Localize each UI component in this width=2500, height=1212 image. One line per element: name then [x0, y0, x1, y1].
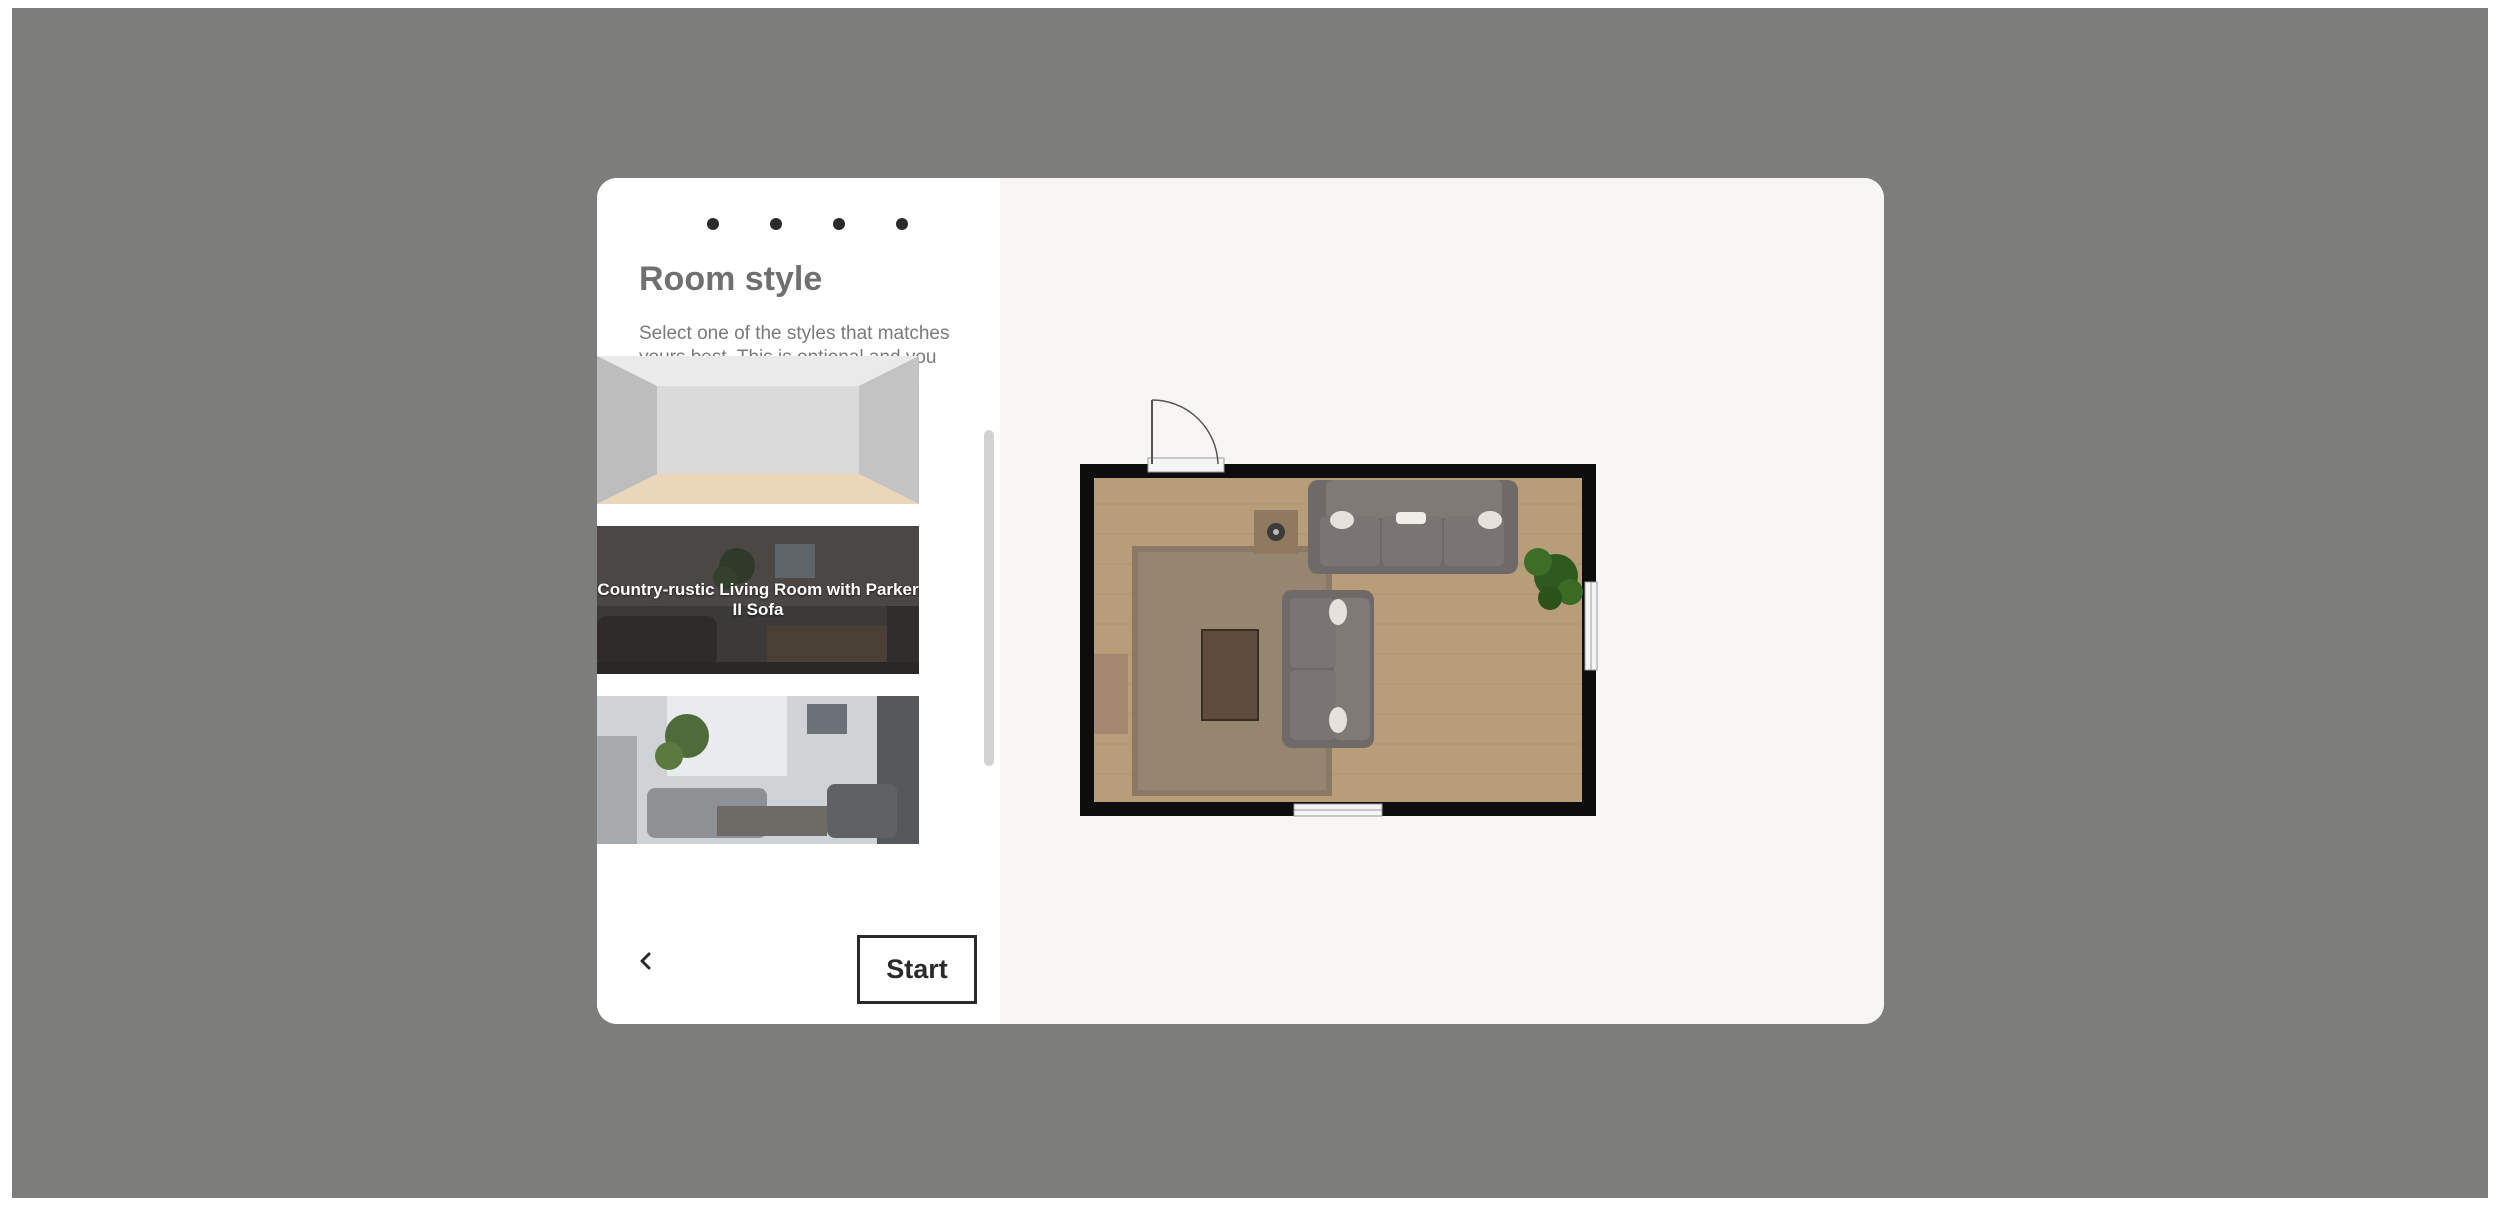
empty-room-image	[597, 356, 919, 504]
modern-grey-living-room-image	[597, 696, 919, 844]
step-dot	[770, 218, 782, 230]
back-button[interactable]	[633, 948, 659, 974]
step-dot	[833, 218, 845, 230]
step-indicator	[707, 218, 908, 232]
step-dot	[707, 218, 719, 230]
start-button[interactable]: Start	[857, 935, 977, 1004]
style-option-empty-room[interactable]	[597, 356, 919, 504]
styles-scrollbar[interactable]	[984, 430, 994, 766]
style-option-modern-grey[interactable]	[597, 696, 919, 844]
wizard-panel: Room style Select one of the styles that…	[597, 178, 1000, 1024]
floor-plan-preview	[1080, 399, 1598, 817]
room-style-dialog: Room style Select one of the styles that…	[597, 178, 1884, 1024]
step-dot	[896, 218, 908, 230]
style-option-label: Country-rustic Living Room with Parker I…	[597, 580, 919, 619]
page-title: Room style	[639, 260, 823, 298]
chevron-left-icon	[640, 952, 651, 970]
style-option-country-rustic[interactable]: Country-rustic Living Room with Parker I…	[597, 526, 919, 674]
room-preview-panel	[1000, 178, 1884, 1024]
